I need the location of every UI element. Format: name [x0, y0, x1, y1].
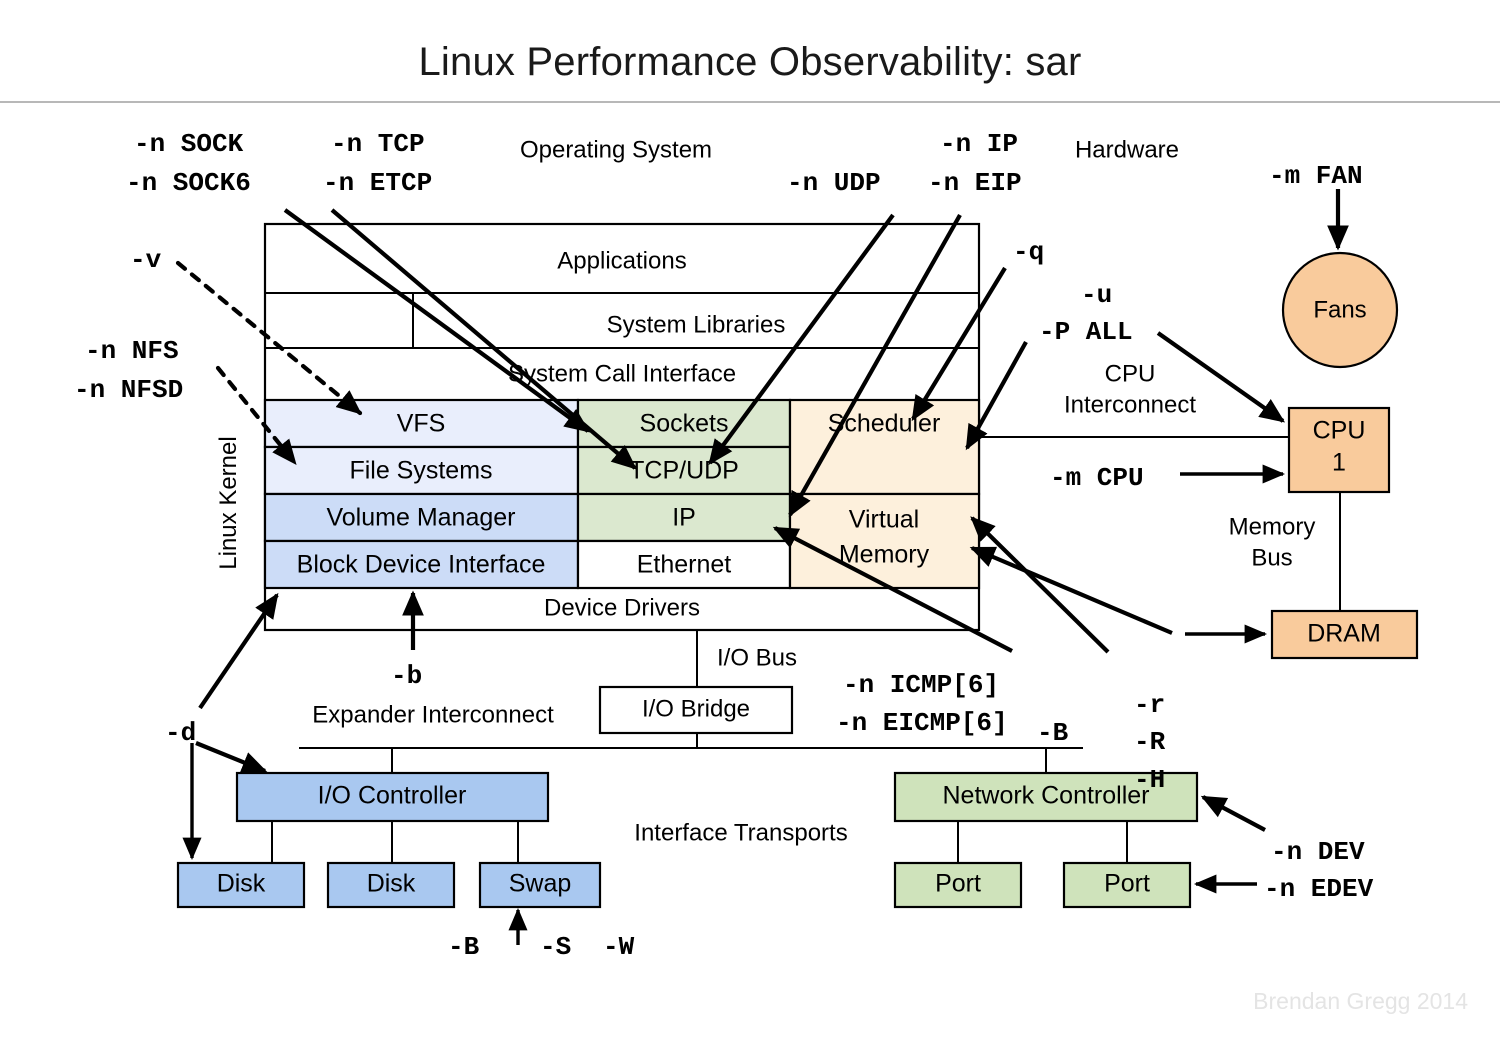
option-n-ip: -n IP	[940, 129, 1018, 159]
option-R: -R	[1134, 727, 1166, 757]
option-n-edev: -n EDEV	[1264, 874, 1374, 904]
ip-label: IP	[672, 504, 696, 532]
hardware-label: Hardware	[1075, 136, 1179, 163]
applications-label: Applications	[557, 247, 686, 274]
port-label-1: Port	[935, 870, 981, 898]
credit-label: Brendan Gregg 2014	[1253, 988, 1468, 1014]
sockets-label: Sockets	[640, 410, 729, 438]
option-H: -H	[1134, 765, 1165, 795]
option-q: -q	[1013, 237, 1044, 267]
io-controller-label: I/O Controller	[318, 782, 467, 810]
cpu-label-line1: CPU	[1313, 417, 1366, 445]
arrow-ndev-to-network-controller	[1200, 795, 1266, 832]
option-n-nfsd: -n NFSD	[74, 375, 183, 405]
device-drivers-label: Device Drivers	[544, 594, 700, 621]
option-B-upper: -B	[1037, 718, 1069, 748]
scheduler-label: Scheduler	[828, 410, 941, 438]
option-v: -v	[130, 245, 162, 275]
title-bar: Linux Performance Observability: sar	[0, 0, 1500, 103]
expander-interconnect-label: Expander Interconnect	[312, 701, 554, 728]
dram-label: DRAM	[1307, 620, 1381, 648]
disk-label-1: Disk	[217, 870, 266, 898]
cpu-interconnect-label-line2: Interconnect	[1064, 391, 1196, 418]
page-title: Linux Performance Observability: sar	[418, 40, 1082, 84]
arrow-d-to-io-controller	[195, 741, 268, 773]
option-n-icmp: -n ICMP[6]	[843, 670, 999, 700]
option-n-etcp: -n ETCP	[323, 168, 432, 198]
option-m-cpu: -m CPU	[1050, 463, 1144, 493]
linux-kernel-label: Linux Kernel	[215, 436, 242, 569]
fans-label: Fans	[1313, 296, 1366, 323]
option-u: -u	[1081, 280, 1112, 310]
option-m-fan: -m FAN	[1269, 161, 1363, 191]
virtual-memory-label-line2: Memory	[839, 541, 930, 569]
option-n-udp: -n UDP	[787, 168, 881, 198]
option-swap-B: -B	[448, 932, 480, 962]
swap-label: Swap	[509, 870, 572, 898]
memory-bus-label-line1: Memory	[1229, 513, 1316, 540]
network-controller-label: Network Controller	[942, 782, 1149, 810]
operating-system-label: Operating System	[520, 136, 712, 163]
io-bus-label: I/O Bus	[717, 644, 797, 671]
diagram-canvas: Applications System Libraries System Cal…	[0, 103, 1500, 1050]
port-label-2: Port	[1104, 870, 1150, 898]
arrow-d-to-block-device	[198, 592, 279, 710]
ethernet-label: Ethernet	[637, 551, 732, 579]
option-swap-W: -W	[603, 932, 635, 962]
tcp-udp-label: TCP/UDP	[629, 457, 739, 485]
option-n-dev: -n DEV	[1271, 837, 1365, 867]
option-b-lower: -b	[391, 661, 422, 691]
arrow-B-to-virtual-memory	[970, 516, 1110, 654]
memory-bus-label-line2: Bus	[1251, 544, 1292, 571]
io-bridge-label: I/O Bridge	[642, 695, 750, 722]
volume-manager-label: Volume Manager	[326, 504, 515, 532]
system-call-interface-label: System Call Interface	[508, 360, 736, 387]
file-systems-label: File Systems	[349, 457, 492, 485]
option-n-eip: -n EIP	[928, 168, 1022, 198]
cpu-interconnect-label-line1: CPU	[1105, 360, 1156, 387]
cpu-label-line2: 1	[1332, 449, 1346, 477]
arrow-rRH-to-virtual-memory	[969, 546, 1173, 635]
option-n-nfs: -n NFS	[85, 336, 179, 366]
option-p-all: -P ALL	[1039, 317, 1133, 347]
block-device-interface-label: Block Device Interface	[297, 551, 546, 579]
option-n-sock6: -n SOCK6	[126, 168, 251, 198]
disk-label-2: Disk	[367, 870, 416, 898]
option-n-tcp: -n TCP	[331, 129, 425, 159]
option-n-eicmp: -n EICMP[6]	[836, 708, 1008, 738]
option-swap-S: -S	[540, 932, 571, 962]
option-r: -r	[1134, 690, 1165, 720]
option-d: -d	[165, 718, 196, 748]
virtual-memory-label-line1: Virtual	[849, 506, 919, 534]
interface-transports-label: Interface Transports	[634, 819, 847, 846]
system-libraries-label: System Libraries	[607, 311, 786, 338]
option-n-sock: -n SOCK	[134, 129, 244, 159]
vfs-label: VFS	[397, 410, 446, 438]
